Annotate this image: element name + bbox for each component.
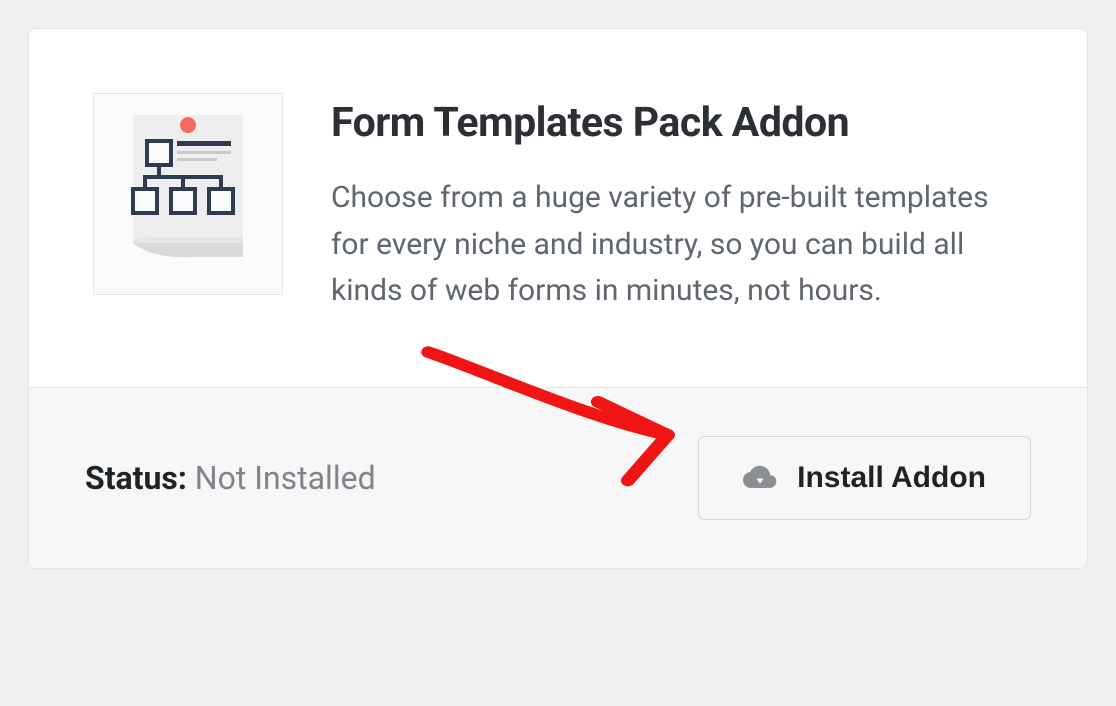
status-line: Status: Not Installed xyxy=(85,459,376,497)
addon-content: Form Templates Pack Addon Choose from a … xyxy=(331,93,1023,315)
install-button-label: Install Addon xyxy=(797,461,986,495)
addon-card: Form Templates Pack Addon Choose from a … xyxy=(28,28,1088,569)
form-template-icon xyxy=(113,109,263,279)
install-addon-button[interactable]: Install Addon xyxy=(698,436,1031,520)
status-value: Not Installed xyxy=(195,459,376,497)
addon-card-footer: Status: Not Installed Install Addon xyxy=(29,387,1087,568)
cloud-download-icon xyxy=(743,464,777,492)
addon-title: Form Templates Pack Addon xyxy=(331,99,1023,147)
addon-illustration xyxy=(93,93,283,295)
addon-card-body: Form Templates Pack Addon Choose from a … xyxy=(29,29,1087,387)
addon-description: Choose from a huge variety of pre-built … xyxy=(331,175,1023,315)
status-label: Status: xyxy=(85,459,187,497)
